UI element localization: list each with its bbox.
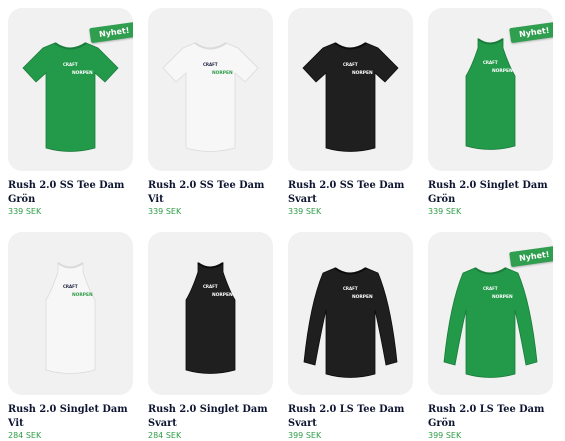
singlet-white-image: CRAFT NORPEN <box>45 262 96 374</box>
product-price: 339 SEK <box>8 207 42 216</box>
print-logo-text: NORPEN <box>492 68 513 74</box>
garment-body <box>185 262 236 374</box>
brand-logo-text: CRAFT <box>63 62 78 67</box>
ls-tee-black-image: CRAFT NORPEN <box>303 267 398 378</box>
print-logo-text: NORPEN <box>72 292 93 298</box>
brand-logo-text: CRAFT <box>343 286 358 291</box>
brand-logo-text: CRAFT <box>483 60 498 65</box>
product-image[interactable]: CRAFT NORPEN <box>8 232 133 395</box>
product-name[interactable]: Rush 2.0 SS Tee Dam Svart <box>288 179 416 206</box>
product-image[interactable]: CRAFT NORPEN Nyhet! <box>428 232 553 395</box>
product-image[interactable]: CRAFT NORPEN <box>148 232 273 395</box>
product-card[interactable]: CRAFT NORPEN Rush 2.0 Singlet Dam Vit 284… <box>8 232 133 440</box>
product-card[interactable]: CRAFT NORPEN Rush 2.0 SS Tee Dam Svart 33… <box>288 8 413 216</box>
brand-logo-text: CRAFT <box>63 284 78 289</box>
brand-logo-text: CRAFT <box>483 286 498 291</box>
product-card[interactable]: CRAFT NORPEN Rush 2.0 LS Tee Dam Svart 39… <box>288 232 413 440</box>
product-name[interactable]: Rush 2.0 Singlet Dam Grön <box>428 179 556 206</box>
garment-body <box>443 267 538 378</box>
product-price: 339 SEK <box>148 207 182 216</box>
product-price: 339 SEK <box>428 207 462 216</box>
garment-body <box>465 38 516 150</box>
garment-body <box>303 267 398 378</box>
product-price: 339 SEK <box>288 207 322 216</box>
product-card[interactable]: CRAFT NORPEN Rush 2.0 Singlet Dam Svart 2… <box>148 232 273 440</box>
product-card[interactable]: CRAFT NORPEN Nyhet! Rush 2.0 SS Tee Dam G… <box>8 8 133 216</box>
product-card[interactable]: CRAFT NORPEN Rush 2.0 SS Tee Dam Vit 339 … <box>148 8 273 216</box>
garment-body <box>22 42 119 152</box>
singlet-black-image: CRAFT NORPEN <box>185 262 236 374</box>
print-logo-text: NORPEN <box>212 70 233 76</box>
product-image[interactable]: CRAFT NORPEN <box>288 8 413 171</box>
product-name[interactable]: Rush 2.0 SS Tee Dam Vit <box>148 179 276 206</box>
garment-body <box>302 42 399 152</box>
product-price: 284 SEK <box>148 431 182 440</box>
brand-logo-text: CRAFT <box>343 62 358 67</box>
print-logo-text: NORPEN <box>352 70 373 76</box>
tee-black-image: CRAFT NORPEN <box>302 42 399 152</box>
product-price: 284 SEK <box>8 431 42 440</box>
product-image[interactable]: CRAFT NORPEN <box>288 232 413 395</box>
product-name[interactable]: Rush 2.0 LS Tee Dam Grön <box>428 403 556 430</box>
product-price: 399 SEK <box>428 431 462 440</box>
product-image[interactable]: CRAFT NORPEN Nyhet! <box>8 8 133 171</box>
product-image[interactable]: CRAFT NORPEN Nyhet! <box>428 8 553 171</box>
garment-body <box>45 262 96 374</box>
product-name[interactable]: Rush 2.0 SS Tee Dam Grön <box>8 179 136 206</box>
product-name[interactable]: Rush 2.0 Singlet Dam Svart <box>148 403 276 430</box>
product-grid: CRAFT NORPEN Nyhet! Rush 2.0 SS Tee Dam G… <box>0 0 565 441</box>
garment-body <box>162 42 259 152</box>
product-card[interactable]: CRAFT NORPEN Nyhet! Rush 2.0 LS Tee Dam G… <box>428 232 553 440</box>
product-image[interactable]: CRAFT NORPEN <box>148 8 273 171</box>
brand-logo-text: CRAFT <box>203 62 218 67</box>
product-price: 399 SEK <box>288 431 322 440</box>
print-logo-text: NORPEN <box>492 294 513 300</box>
product-name[interactable]: Rush 2.0 LS Tee Dam Svart <box>288 403 416 430</box>
print-logo-text: NORPEN <box>72 70 93 76</box>
print-logo-text: NORPEN <box>212 292 233 298</box>
tee-white-image: CRAFT NORPEN <box>162 42 259 152</box>
print-logo-text: NORPEN <box>352 294 373 300</box>
product-name[interactable]: Rush 2.0 Singlet Dam Vit <box>8 403 136 430</box>
brand-logo-text: CRAFT <box>203 284 218 289</box>
product-card[interactable]: CRAFT NORPEN Nyhet! Rush 2.0 Singlet Dam … <box>428 8 553 216</box>
